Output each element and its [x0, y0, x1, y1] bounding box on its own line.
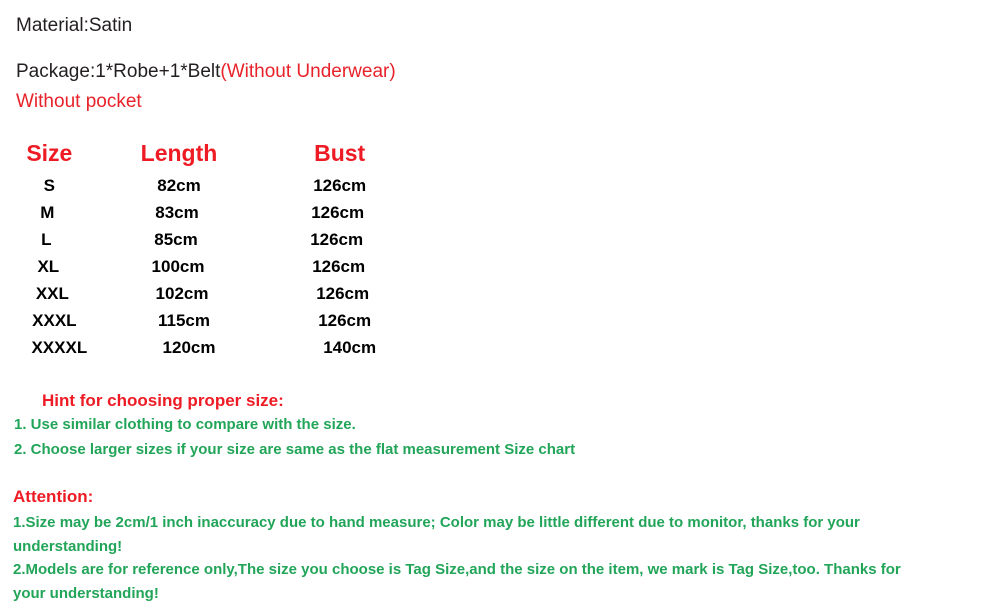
hint-section: Hint for choosing proper size: 1. Use si… [14, 390, 954, 462]
size-chart-document: Material:Satin Package:1*Robe+1*Belt(Wit… [0, 0, 984, 616]
attention-item-2-line-1: 2.Models are for reference only,The size… [13, 561, 901, 578]
attention-item-1-line-2: understanding! [13, 537, 123, 555]
package-text: Package:1*Robe+1*Belt [16, 61, 221, 82]
table-row: XXXL 115cm 126cm [0, 307, 420, 334]
cell-size: XXL [35, 283, 69, 303]
cell-length: 82cm [157, 175, 201, 195]
cell-length: 100cm [151, 256, 205, 276]
attention-item-2-line-2: your understanding! [13, 584, 159, 602]
size-chart-table: Size Length Bust S 82cm 126cm M 83cm 126… [0, 138, 420, 361]
cell-length: 115cm [158, 310, 210, 330]
cell-bust: 126cm [318, 310, 372, 330]
size-chart-head: Size Length Bust [0, 138, 420, 172]
cell-bust: 126cm [312, 256, 366, 276]
table-row: XXXXL 120cm 140cm [0, 334, 420, 361]
hint-title: Hint for choosing proper size: [42, 391, 284, 410]
cell-length: 85cm [154, 229, 198, 249]
cell-length: 102cm [155, 283, 209, 303]
table-row: M 83cm 126cm [0, 199, 420, 226]
cell-size: M [40, 202, 55, 222]
table-header-row: Size Length Bust [0, 138, 420, 172]
cell-size: XL [37, 256, 60, 276]
cell-bust: 126cm [313, 175, 367, 195]
column-header-bust: Bust [314, 139, 366, 166]
hint-item-1: 1. Use similar clothing to compare with … [14, 416, 356, 433]
cell-bust: 140cm [323, 337, 377, 357]
table-row: XXL 102cm 126cm [0, 280, 420, 307]
cell-length: 120cm [162, 337, 216, 357]
column-header-size: Size [26, 139, 73, 166]
without-pocket-note: Without pocket [16, 91, 142, 112]
cell-length: 83cm [155, 202, 199, 222]
cell-bust: 126cm [316, 283, 370, 303]
package-line: Package:1*Robe+1*Belt(Without Underwear) [16, 59, 956, 85]
intro-section: Material:Satin Package:1*Robe+1*Belt(Wit… [16, 13, 956, 115]
table-row: S 82cm 126cm [0, 172, 420, 199]
table-row: L 85cm 126cm [0, 226, 420, 253]
package-note: (Without Underwear) [220, 61, 396, 82]
size-chart-body: S 82cm 126cm M 83cm 126cm L 85cm 126cm X… [0, 172, 420, 361]
cell-bust: 126cm [310, 229, 364, 249]
cell-size: S [43, 175, 56, 195]
hint-item-2: 2. Choose larger sizes if your size are … [14, 441, 576, 458]
table-row: XL 100cm 126cm [0, 253, 420, 280]
attention-item-1-line-1: 1.Size may be 2cm/1 inch inaccuracy due … [13, 514, 860, 531]
material-line: Material:Satin [16, 15, 133, 36]
cell-size: XXXL [32, 310, 77, 330]
cell-size: XXXXL [31, 337, 88, 357]
column-header-length: Length [140, 139, 218, 166]
cell-size: L [41, 229, 52, 249]
attention-title: Attention: [13, 487, 94, 506]
attention-section: Attention: 1.Size may be 2cm/1 inch inac… [13, 485, 968, 605]
cell-bust: 126cm [311, 202, 365, 222]
